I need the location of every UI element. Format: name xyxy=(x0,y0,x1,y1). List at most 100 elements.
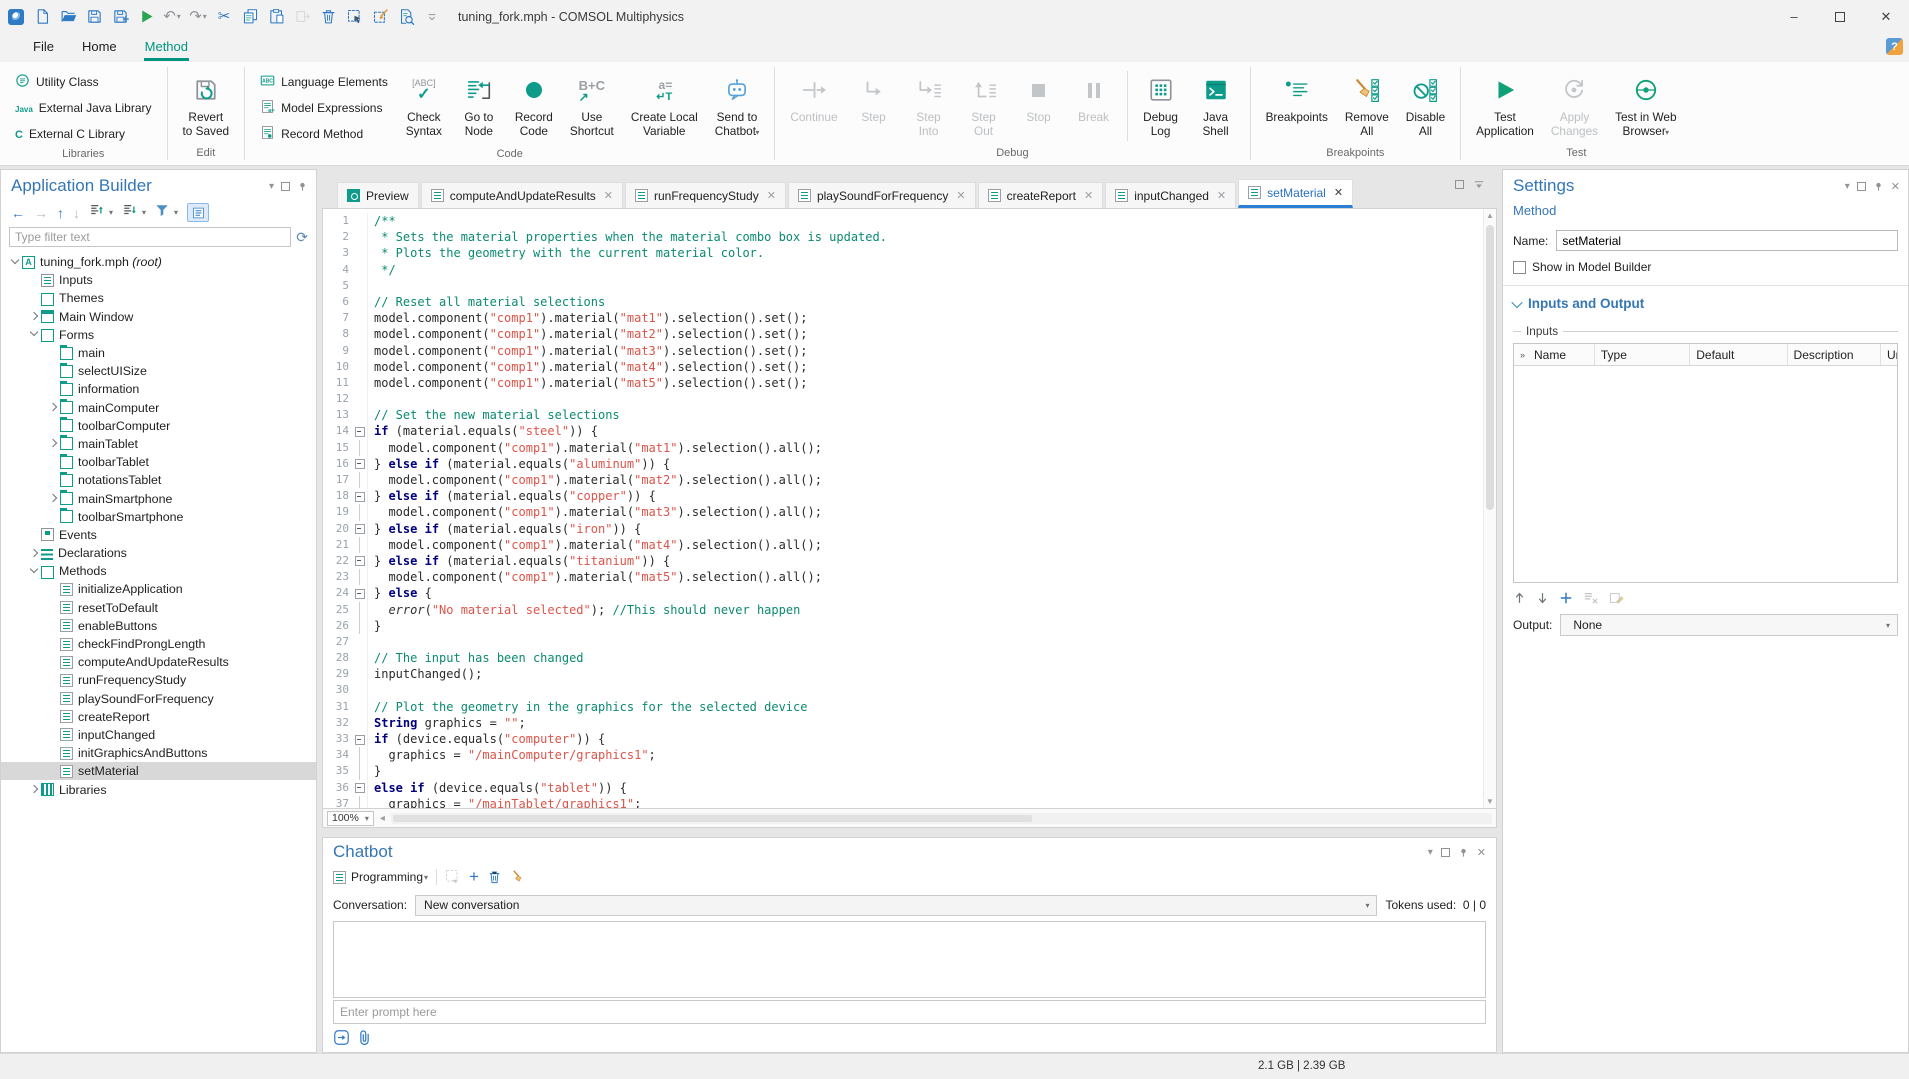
forward-arrow-icon[interactable]: → xyxy=(34,206,48,220)
conversation-history[interactable] xyxy=(333,921,1486,998)
close-tab-icon[interactable]: ✕ xyxy=(956,189,965,202)
fold-marker-icon[interactable] xyxy=(353,731,368,747)
tree-item-runfrequencystudy[interactable]: runFrequencyStudy xyxy=(1,671,316,689)
tree-item-libraries[interactable]: Libraries xyxy=(1,780,316,798)
clear-conversation-icon[interactable] xyxy=(510,869,525,885)
edit-table-icon[interactable] xyxy=(1609,591,1625,605)
tree-item-tuning-fork-mph[interactable]: tuning_fork.mph (root) xyxy=(1,253,316,271)
fold-marker-icon[interactable] xyxy=(353,521,368,537)
editor-tab-preview[interactable]: Preview xyxy=(337,182,419,208)
tree-item-declarations[interactable]: Declarations xyxy=(1,544,316,562)
inputs-table-header-description[interactable]: Description xyxy=(1788,344,1881,365)
conversation-select[interactable]: New conversation ▾ xyxy=(415,895,1377,916)
code-editor[interactable]: 1/**2 * Sets the material properties whe… xyxy=(322,208,1497,809)
ribbon-item-external-c-library[interactable]: CExternal C Library xyxy=(8,121,159,147)
chatbot-mode-dropdown[interactable]: Programming ▾ xyxy=(333,870,428,884)
close-tab-icon[interactable]: ✕ xyxy=(604,189,613,202)
delete-input-icon[interactable] xyxy=(1583,591,1599,605)
paste-icon[interactable] xyxy=(264,4,288,30)
expand-icon[interactable] xyxy=(47,401,60,414)
save-as-icon[interactable] xyxy=(108,4,132,30)
help-icon[interactable]: ? xyxy=(1886,38,1903,55)
ribbon-item-model-expressions[interactable]: a=Model Expressions xyxy=(253,95,395,121)
new-file-icon[interactable] xyxy=(30,4,54,30)
tree-filter-input[interactable] xyxy=(9,227,291,247)
undo-icon[interactable]: ↶▾ xyxy=(160,4,184,30)
move-up-icon[interactable]: ↑ xyxy=(57,206,64,220)
settings-float-icon[interactable] xyxy=(1857,182,1866,191)
ribbon-tab-home[interactable]: Home xyxy=(71,34,128,61)
toolbar-overflow-icon[interactable] xyxy=(420,4,444,30)
clear-region-icon[interactable] xyxy=(368,4,392,30)
ribbon-button-java-shell[interactable]: JavaShell xyxy=(1190,66,1242,146)
tree-item-inputs[interactable]: Inputs xyxy=(1,271,316,289)
tree-item-mainsmartphone[interactable]: mainSmartphone xyxy=(1,489,316,507)
tree-item-initgraphicsandbuttons[interactable]: initGraphicsAndButtons xyxy=(1,744,316,762)
save-icon[interactable] xyxy=(82,4,106,30)
ribbon-button-test-application[interactable]: TestApplication xyxy=(1469,66,1541,146)
hscroll-left-icon[interactable]: ◂ xyxy=(380,813,385,824)
pin-icon[interactable] xyxy=(297,180,308,193)
tree-item-information[interactable]: information xyxy=(1,380,316,398)
vertical-scrollbar[interactable]: ▲ ▼ xyxy=(1483,209,1496,808)
prompt-input[interactable] xyxy=(333,1000,1486,1024)
tree-item-checkfindpronglength[interactable]: checkFindProngLength xyxy=(1,635,316,653)
new-conversation-icon[interactable]: + xyxy=(469,870,479,884)
editor-zoom-dropdown[interactable]: 100% ▾ xyxy=(327,811,374,826)
scrollbar-thumb[interactable] xyxy=(1486,225,1494,510)
close-tab-icon[interactable]: ✕ xyxy=(1217,189,1226,202)
settings-node-type[interactable]: Method xyxy=(1513,203,1898,218)
output-dropdown[interactable]: None ▾ xyxy=(1560,614,1898,636)
expand-icon[interactable] xyxy=(47,492,60,505)
tree-item-forms[interactable]: Forms xyxy=(1,326,316,344)
expand-icon[interactable] xyxy=(47,437,60,450)
expand-icon[interactable] xyxy=(28,547,41,560)
tree-item-main[interactable]: main xyxy=(1,344,316,362)
inputs-and-output-section[interactable]: Inputs and Output xyxy=(1513,296,1898,311)
tree-item-themes[interactable]: Themes xyxy=(1,289,316,307)
horizontal-scrollbar[interactable] xyxy=(391,813,1492,824)
close-tab-icon[interactable]: ✕ xyxy=(1084,189,1093,202)
editor-tab-playsoundforfrequency[interactable]: playSoundForFrequency✕ xyxy=(788,182,976,208)
settings-close-icon[interactable]: ✕ xyxy=(1891,180,1900,193)
collapse-all-caret[interactable]: ▾ xyxy=(142,208,146,217)
fold-marker-icon[interactable] xyxy=(353,780,368,796)
ribbon-button-check-syntax[interactable]: [ABC]✓CheckSyntax xyxy=(398,66,450,147)
ribbon-tab-method[interactable]: Method xyxy=(134,34,199,61)
tree-item-maincomputer[interactable]: mainComputer xyxy=(1,399,316,417)
tree-item-resettodefault[interactable]: resetToDefault xyxy=(1,599,316,617)
expand-icon[interactable] xyxy=(28,783,41,796)
expand-all-icon[interactable] xyxy=(89,203,104,222)
move-down-icon[interactable]: ↓ xyxy=(73,206,80,220)
filter-icon[interactable] xyxy=(155,203,169,222)
fold-marker-icon[interactable] xyxy=(353,553,368,569)
ribbon-item-utility-class[interactable]: Utility Class xyxy=(8,69,159,95)
tree-item-initializeapplication[interactable]: initializeApplication xyxy=(1,580,316,598)
collapse-icon[interactable] xyxy=(28,565,41,578)
ribbon-item-language-elements[interactable]: ABCLanguage Elements xyxy=(253,69,395,95)
back-arrow-icon[interactable]: ← xyxy=(11,206,25,220)
ribbon-button-breakpoints[interactable]: Breakpoints xyxy=(1259,66,1335,146)
add-input-icon[interactable] xyxy=(1559,591,1573,605)
chatbot-pin-icon[interactable] xyxy=(1458,846,1469,859)
editor-tab-setmaterial[interactable]: setMaterial✕ xyxy=(1238,179,1353,208)
cut-icon[interactable]: ✂ xyxy=(212,4,236,30)
ribbon-button-record-code[interactable]: RecordCode xyxy=(508,66,560,147)
editor-tab-computeandupdateresults[interactable]: computeAndUpdateResults✕ xyxy=(421,182,623,208)
tree-item-inputchanged[interactable]: inputChanged xyxy=(1,726,316,744)
fold-marker-icon[interactable] xyxy=(353,488,368,504)
inputs-table-header-type[interactable]: Type xyxy=(1595,344,1690,365)
tree-item-playsoundforfrequency[interactable]: playSoundForFrequency xyxy=(1,690,316,708)
method-name-input[interactable] xyxy=(1556,230,1898,251)
tree-item-main-window[interactable]: Main Window xyxy=(1,308,316,326)
settings-menu-icon[interactable]: ▾ xyxy=(1845,182,1850,192)
ribbon-button-send-to-chatbot[interactable]: Send toChatbot ▾ xyxy=(708,66,767,147)
close-tab-icon[interactable]: ✕ xyxy=(1334,186,1343,199)
move-row-up-icon[interactable] xyxy=(1513,591,1526,605)
ribbon-button-test-in-web-browser[interactable]: Test in WebBrowser ▾ xyxy=(1608,66,1683,146)
minimize-button[interactable]: – xyxy=(1771,0,1817,33)
tree-item-computeandupdateresults[interactable]: computeAndUpdateResults xyxy=(1,653,316,671)
tab-list-icon[interactable] xyxy=(1473,179,1485,190)
comsol-logo-icon[interactable] xyxy=(4,4,28,30)
settings-pin-icon[interactable] xyxy=(1873,180,1884,193)
